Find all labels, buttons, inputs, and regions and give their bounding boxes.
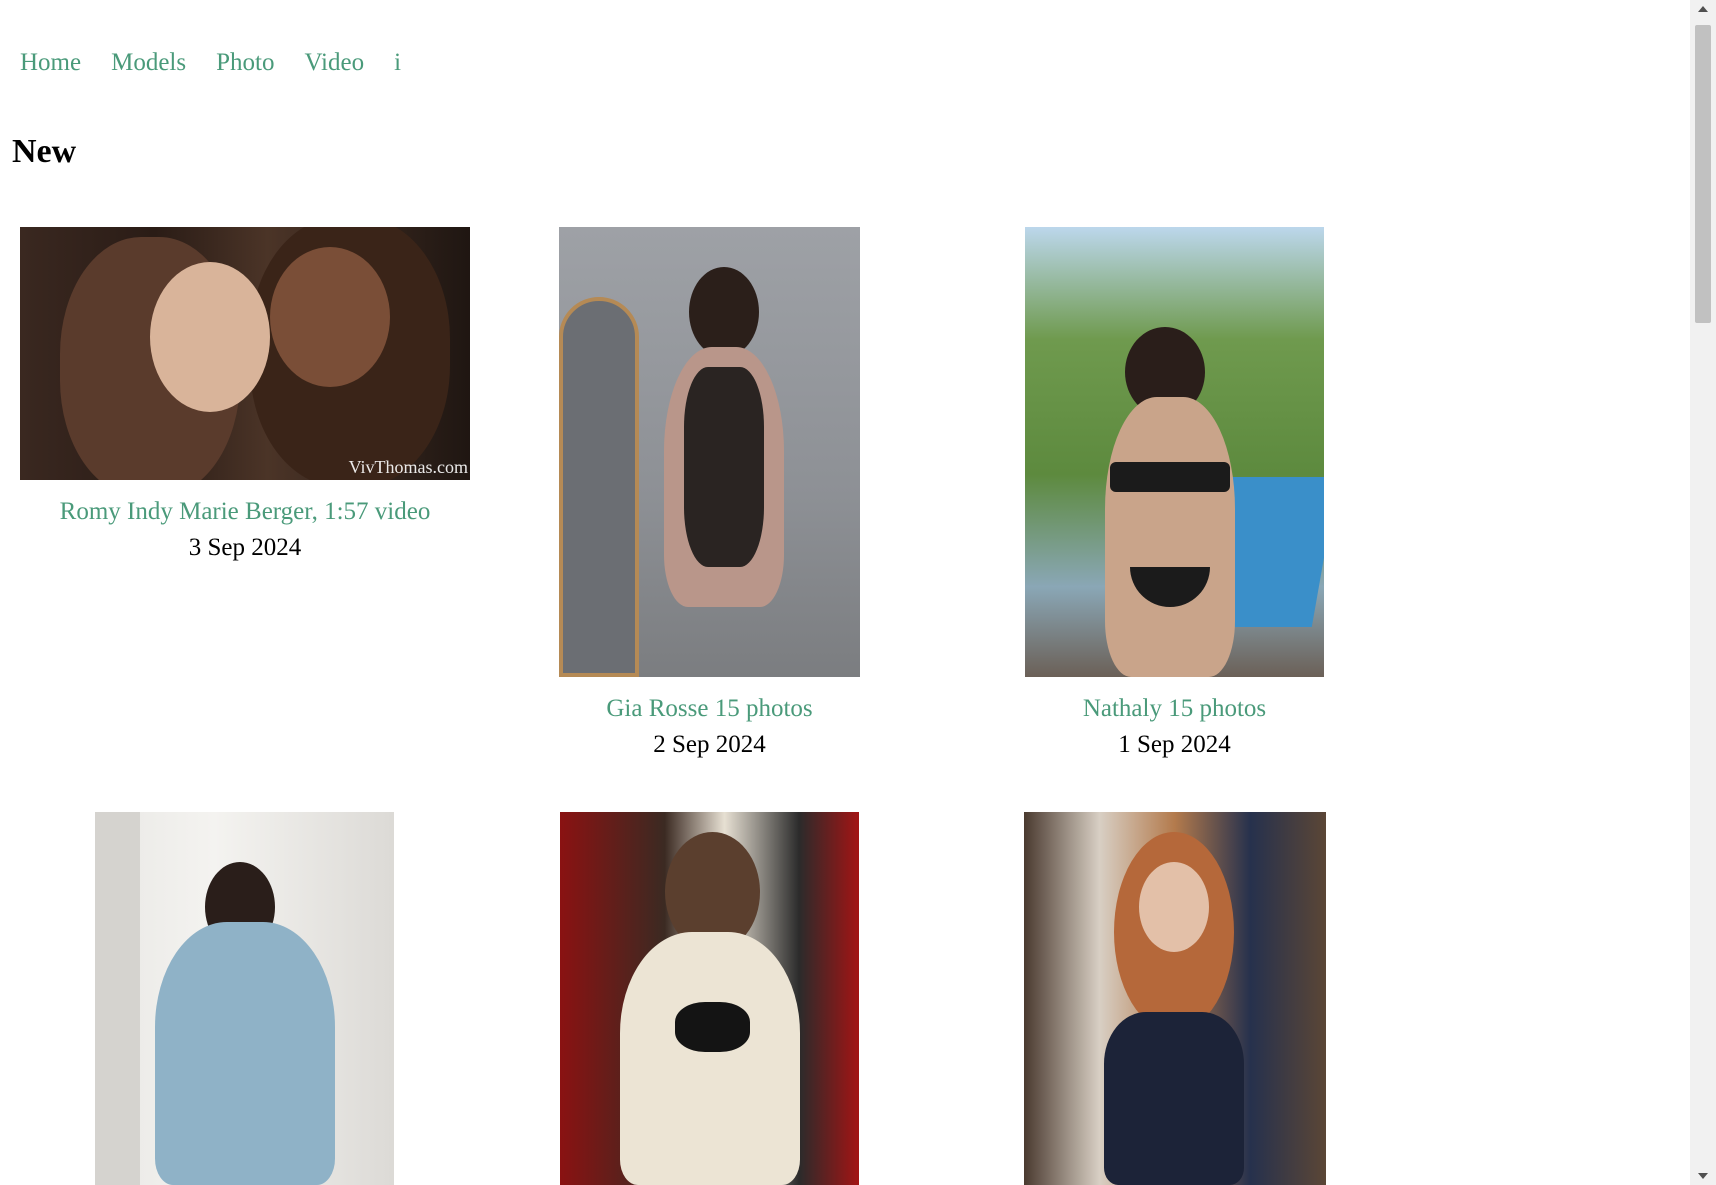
- photo-subject: [155, 922, 335, 1185]
- card-thumbnail[interactable]: [560, 812, 859, 1185]
- card-date: 2 Sep 2024: [653, 731, 766, 758]
- section-title: New: [12, 133, 77, 170]
- card-thumbnail[interactable]: [1025, 227, 1324, 677]
- photo-subject: [1105, 397, 1235, 677]
- photo-mirror: [559, 297, 639, 677]
- card-caption-link[interactable]: Gia Rosse 15 photos: [559, 695, 860, 723]
- nav-info-link[interactable]: i: [394, 48, 401, 78]
- card-caption-link[interactable]: Nathaly 15 photos: [1025, 695, 1324, 723]
- photo-subject: [675, 1002, 750, 1052]
- photo-subject: [150, 262, 270, 412]
- card-date: 3 Sep 2024: [188, 534, 302, 561]
- photo-subject: [689, 267, 759, 357]
- nav-video-link[interactable]: Video: [304, 48, 364, 78]
- gallery-card: [560, 812, 859, 1185]
- photo-wall: [95, 812, 140, 1185]
- gallery-card: Nathaly 15 photos 1 Sep 2024: [1025, 227, 1324, 759]
- card-date: 1 Sep 2024: [1118, 731, 1231, 758]
- photo-subject: [270, 247, 390, 387]
- scroll-up-arrow-icon[interactable]: [1698, 6, 1708, 12]
- page: Home Models Photo Video i New VivThomas.…: [0, 0, 1690, 1185]
- gallery-card: [95, 812, 394, 1185]
- photo-subject: [1104, 1012, 1244, 1185]
- nav-photo-link[interactable]: Photo: [216, 48, 274, 78]
- scrollbar-thumb[interactable]: [1695, 25, 1711, 323]
- gallery-card: VivThomas.com Romy Indy Marie Berger, 1:…: [20, 227, 470, 562]
- photo-subject: [620, 932, 800, 1185]
- nav-home-link[interactable]: Home: [20, 48, 81, 78]
- card-thumbnail[interactable]: VivThomas.com: [20, 227, 470, 480]
- photo-subject: [1110, 462, 1230, 492]
- scroll-down-arrow-icon[interactable]: [1698, 1173, 1708, 1179]
- vertical-scrollbar[interactable]: [1690, 0, 1716, 1185]
- top-nav: Home Models Photo Video i: [20, 48, 431, 78]
- photo-subject: [684, 367, 764, 567]
- gallery-card: Gia Rosse 15 photos 2 Sep 2024: [559, 227, 860, 759]
- card-caption-link[interactable]: Romy Indy Marie Berger, 1:57 video: [20, 498, 470, 526]
- nav-models-link[interactable]: Models: [111, 48, 186, 78]
- card-thumbnail[interactable]: [95, 812, 394, 1185]
- card-thumbnail[interactable]: [559, 227, 860, 677]
- gallery-card: [1024, 812, 1326, 1185]
- watermark-logo: VivThomas.com: [348, 457, 468, 477]
- photo-subject: [1139, 862, 1209, 952]
- card-thumbnail[interactable]: [1024, 812, 1326, 1185]
